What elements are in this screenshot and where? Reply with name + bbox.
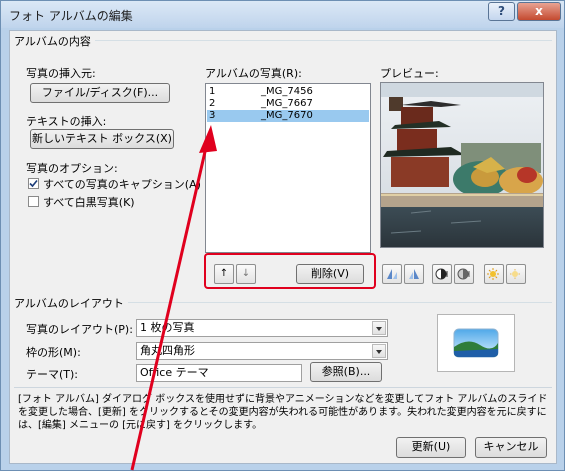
photo-album-dialog: フォト アルバムの編集 ? x アルバムの内容 写真の挿入元: ファイル/ディス… [0,0,565,471]
annotation-arrow-icon [130,125,217,471]
